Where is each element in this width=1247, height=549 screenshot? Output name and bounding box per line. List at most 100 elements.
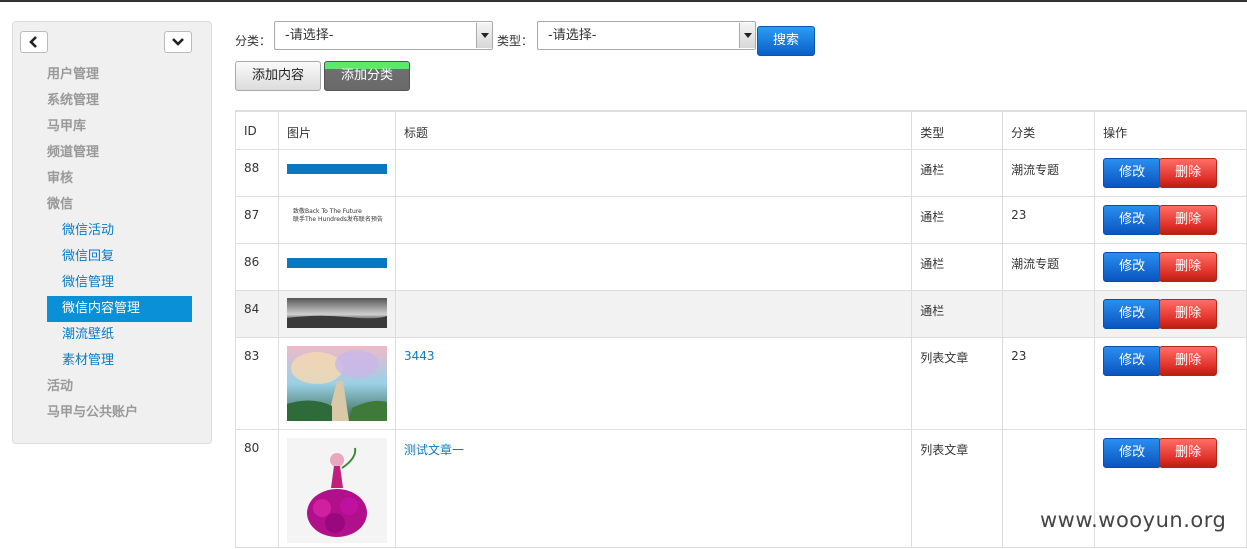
header-id: ID [235,110,279,150]
cell-title [394,148,913,197]
cell-type: 通栏 [911,242,1004,291]
header-image: 图片 [277,110,396,150]
cell-id: 84 [235,289,279,338]
cell-image [277,336,396,430]
type-label: 类型： [497,34,534,48]
cell-image [277,289,396,338]
thumbnail: 致敬Back To The Future 联手The Hundreds发布联名预告 [292,207,383,223]
search-button[interactable]: 搜索 [757,26,815,56]
thumbnail [286,162,387,176]
cell-id: 83 [235,336,279,430]
table-row: 84 通栏 修改 删除 [235,289,1247,338]
sidebar: 用户管理 系统管理 马甲库 频道管理 审核 微信 微信活动 微信回复 微信管理 微信内容管理 潮流壁… [12,21,212,444]
delete-button[interactable]: 删除 [1159,204,1218,235]
cell-ops: 修改 删除 [1094,336,1247,430]
cell-image [277,428,396,548]
expand-button[interactable] [164,31,192,53]
sidebar-item[interactable]: 活动 [13,374,211,400]
cell-type: 通栏 [911,195,1004,244]
cell-image [277,148,396,197]
sidebar-item[interactable]: 微信 [13,192,211,218]
cell-ops: 修改 删除 [1094,242,1247,291]
collapse-button[interactable] [20,31,48,53]
delete-button[interactable]: 删除 [1159,157,1218,188]
delete-button[interactable]: 删除 [1159,437,1218,468]
title-link[interactable]: 3443 [404,349,435,363]
table-row: 83 3443 列表文章 23 修改 删除 [235,336,1247,430]
cell-image: 致敬Back To The Future 联手The Hundreds发布联名预告 [277,195,396,244]
edit-button[interactable]: 修改 [1103,298,1162,329]
cell-id: 87 [235,195,279,244]
cell-ops: 修改 删除 [1094,289,1247,338]
cell-category [1002,289,1096,338]
cell-type: 列表文章 [911,336,1004,430]
thumbnail [286,297,387,328]
table-row: 86 通栏 潮流专题 修改 删除 [235,242,1247,291]
cell-title: 3443 [394,336,913,430]
add-category-button[interactable]: 添加分类 [324,61,410,91]
cell-title [394,195,913,244]
category-select-value: -请选择- [285,28,334,43]
edit-button[interactable]: 修改 [1103,157,1162,188]
sidebar-item[interactable]: 微信内容管理 [47,296,192,322]
content-table: ID 图片 标题 类型 分类 操作 88 通栏 潮流专题 修改 删除 87 致敬Back T… [235,110,1247,548]
top-border [0,0,1247,2]
delete-button[interactable]: 删除 [1159,298,1218,329]
add-content-button[interactable]: 添加内容 [235,61,321,91]
title-link[interactable]: 测试文章一 [404,443,464,457]
cell-image [277,242,396,291]
cell-category: 潮流专题 [1002,148,1096,197]
edit-button[interactable]: 修改 [1103,204,1162,235]
type-select[interactable]: -请选择- [537,21,756,50]
type-select-value: -请选择- [548,28,597,43]
cell-title: 测试文章一 [394,428,913,548]
cell-id: 86 [235,242,279,291]
sidebar-item[interactable]: 系统管理 [13,88,211,114]
cell-ops: 修改 删除 [1094,148,1247,197]
thumbnail [286,437,387,543]
edit-button[interactable]: 修改 [1103,345,1162,376]
header-title: 标题 [394,110,913,150]
delete-button[interactable]: 删除 [1159,345,1218,376]
sidebar-item[interactable]: 马甲库 [13,114,211,140]
sidebar-item[interactable]: 马甲与公共账户 [13,400,211,426]
sidebar-menu: 用户管理 系统管理 马甲库 频道管理 审核 微信 微信活动 微信回复 微信管理 微信内容管理 潮流壁… [13,62,211,426]
watermark: www.wooyun.org [1040,508,1227,532]
thumbnail [286,256,387,270]
cell-ops: 修改 删除 [1094,195,1247,244]
chevron-down-icon [172,38,184,46]
sidebar-item[interactable]: 审核 [13,166,211,192]
dropdown-arrow-icon [739,23,755,48]
edit-button[interactable]: 修改 [1103,251,1162,282]
cell-category: 潮流专题 [1002,242,1096,291]
cell-category: 23 [1002,195,1096,244]
sidebar-item[interactable]: 微信活动 [13,218,211,244]
header-type: 类型 [911,110,1004,150]
sidebar-item[interactable]: 微信管理 [13,270,211,296]
cell-id: 80 [235,428,279,548]
sidebar-item[interactable]: 潮流壁纸 [13,322,211,348]
category-select[interactable]: -请选择- [274,21,493,50]
table-row: 87 致敬Back To The Future 联手The Hundreds发布联名… [235,195,1247,244]
dropdown-arrow-icon [476,23,492,48]
table-row: 88 通栏 潮流专题 修改 删除 [235,148,1247,197]
header-ops: 操作 [1094,110,1247,150]
edit-button[interactable]: 修改 [1103,437,1162,468]
sidebar-item[interactable]: 频道管理 [13,140,211,166]
chevron-left-icon [29,36,37,48]
cell-title [394,289,913,338]
header-category: 分类 [1002,110,1096,150]
cell-category: 23 [1002,336,1096,430]
sidebar-item[interactable]: 用户管理 [13,62,211,88]
category-label: 分类： [235,34,272,48]
delete-button[interactable]: 删除 [1159,251,1218,282]
thumbnail [286,345,387,421]
cell-type: 列表文章 [911,428,1004,548]
table-header-row: ID 图片 标题 类型 分类 操作 [235,110,1247,150]
cell-title [394,242,913,291]
cell-id: 88 [235,148,279,197]
cell-type: 通栏 [911,148,1004,197]
cell-type: 通栏 [911,289,1004,338]
sidebar-item[interactable]: 微信回复 [13,244,211,270]
sidebar-item[interactable]: 素材管理 [13,348,211,374]
